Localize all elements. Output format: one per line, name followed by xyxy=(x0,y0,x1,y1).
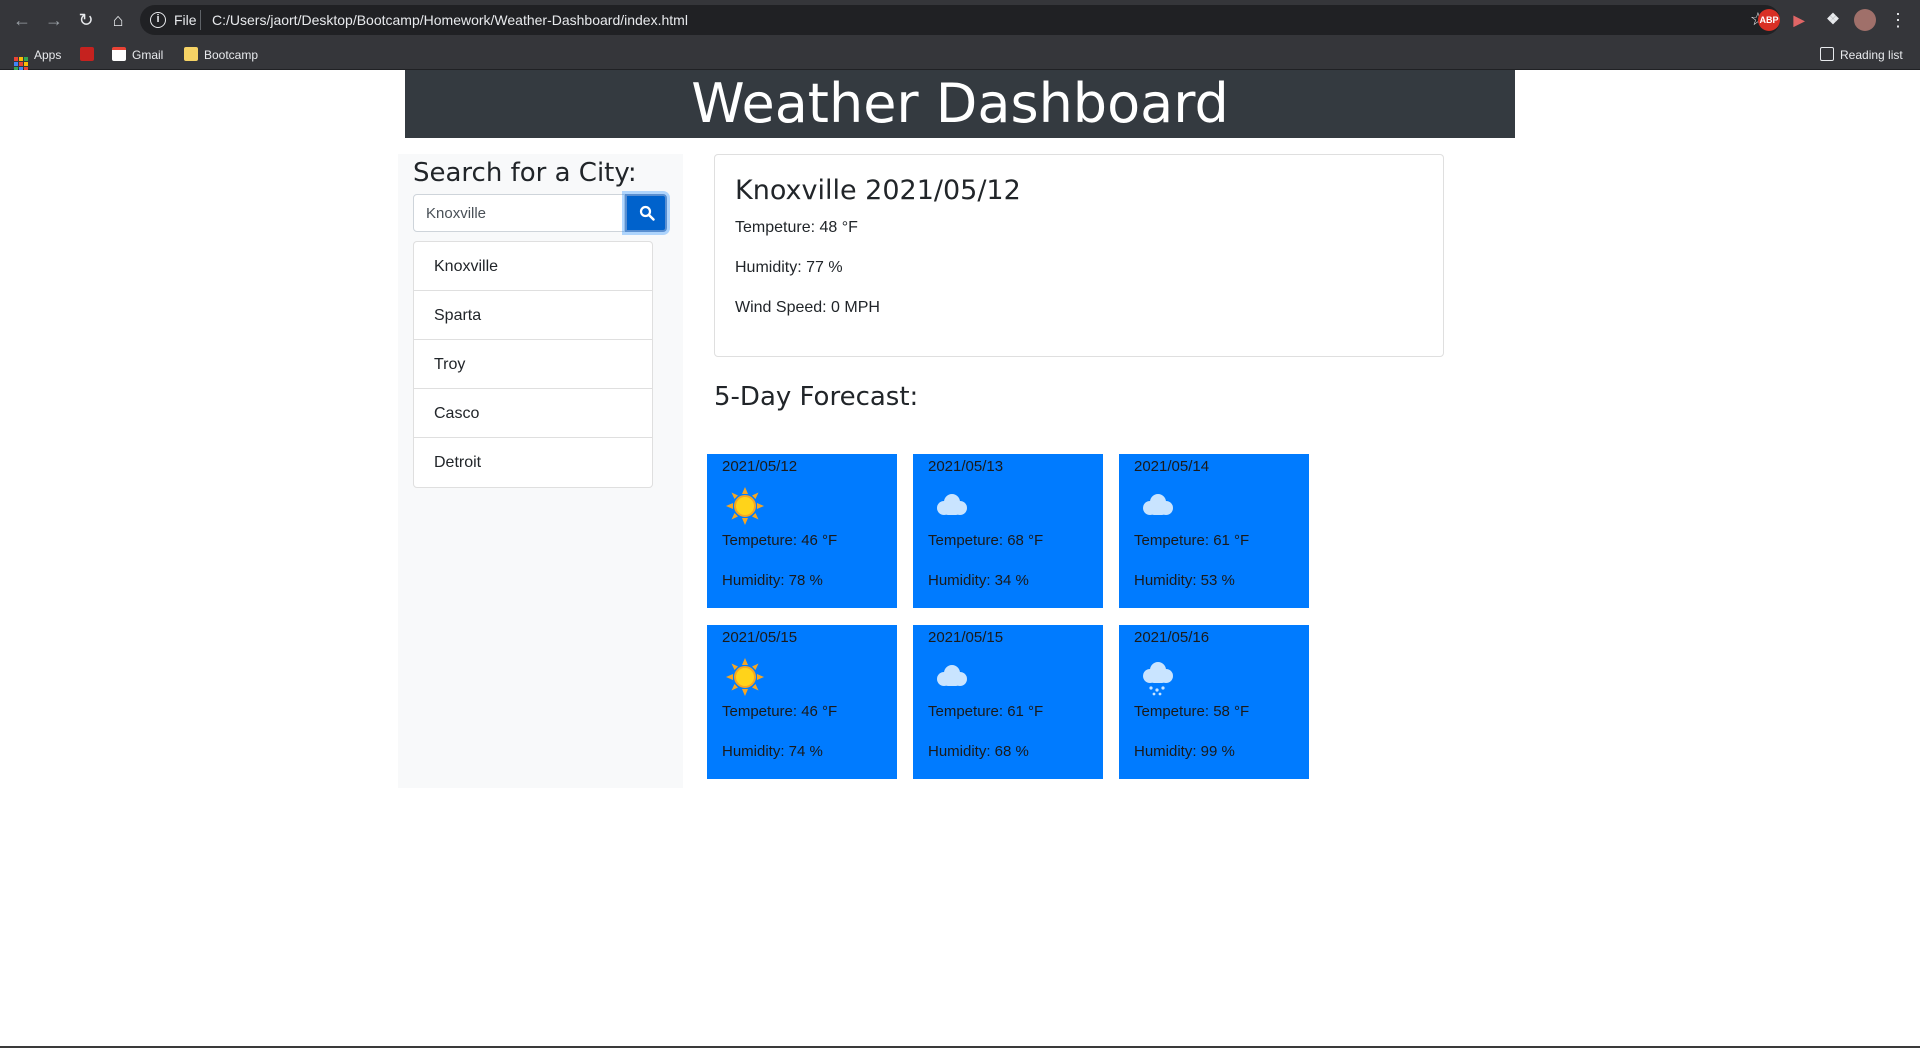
current-weather-card: Knoxville 2021/05/12 Tempeture: 48 °F Hu… xyxy=(714,154,1444,357)
forecast-humidity: Humidity: 53 % xyxy=(1134,572,1235,589)
bookmarks-bar: Apps Gmail Bootcamp Reading list xyxy=(0,40,1920,71)
forecast-date: 2021/05/15 xyxy=(722,629,798,646)
folder-icon xyxy=(184,47,198,61)
forecast-card: 2021/05/15 Tempeture: 61 °F Humidity: 68… xyxy=(913,625,1103,779)
current-temperature: Tempeture: 48 °F xyxy=(735,219,858,236)
profile-avatar[interactable] xyxy=(1854,9,1876,31)
omnibox-divider xyxy=(200,10,201,30)
reading-list-label: Reading list xyxy=(1840,48,1903,62)
page: Weather Dashboard Search for a City: Kno… xyxy=(0,70,1920,1048)
rain-cloud-icon xyxy=(1143,662,1173,696)
forecast-temperature: Tempeture: 46 °F xyxy=(722,703,838,720)
history-item-troy[interactable]: Troy xyxy=(414,340,652,389)
bookmark-bootcamp[interactable]: Bootcamp xyxy=(184,46,258,64)
cloud-icon xyxy=(937,494,967,515)
forecast-temperature: Tempeture: 68 °F xyxy=(928,532,1044,549)
bookmark-label: Apps xyxy=(34,48,62,62)
forward-icon[interactable]: → xyxy=(42,8,66,32)
extension-icon[interactable]: ▶ xyxy=(1788,9,1810,31)
history-item-casco[interactable]: Casco xyxy=(414,389,652,438)
url-scheme: File xyxy=(174,12,197,28)
forecast-card: 2021/05/15 Tempeture: 46 °F Humidity: 74… xyxy=(707,625,897,779)
menu-icon[interactable]: ⋮ xyxy=(1886,8,1910,32)
info-icon[interactable]: i xyxy=(150,12,166,28)
current-wind-speed: Wind Speed: 0 MPH xyxy=(735,299,880,316)
sun-icon xyxy=(726,487,764,525)
forecast-card: 2021/05/14 Tempeture: 61 °F Humidity: 53… xyxy=(1119,454,1309,608)
reload-icon[interactable]: ↻ xyxy=(74,8,98,32)
address-bar[interactable]: i File C:/Users/jaort/Desktop/Bootcamp/H… xyxy=(140,5,1780,35)
cloud-icon xyxy=(1143,494,1173,515)
forecast-humidity: Humidity: 78 % xyxy=(722,572,823,589)
forecast-date: 2021/05/12 xyxy=(722,458,798,475)
forecast-humidity: Humidity: 74 % xyxy=(722,743,823,760)
forecast-date: 2021/05/16 xyxy=(1134,629,1210,646)
forecast-card: 2021/05/16 Tempeture: 58 °F Humidity: 99… xyxy=(1119,625,1309,779)
browser-toolbar: ← → ↻ ⌂ i File C:/Users/jaort/Desktop/Bo… xyxy=(0,0,1920,40)
current-humidity: Humidity: 77 % xyxy=(735,259,843,276)
forecast-humidity: Humidity: 34 % xyxy=(928,572,1029,589)
reading-list[interactable]: Reading list xyxy=(1820,46,1903,64)
bookmark-label: Bootcamp xyxy=(204,48,259,62)
forecast-temperature: Tempeture: 58 °F xyxy=(1134,703,1250,720)
city-search-input[interactable] xyxy=(413,194,625,232)
history-item-detroit[interactable]: Detroit xyxy=(414,438,652,487)
adblock-extension-icon[interactable]: ABP xyxy=(1758,9,1780,31)
bookmark-apps[interactable]: Apps xyxy=(14,46,62,71)
bookmark-label: Gmail xyxy=(132,48,164,62)
history-item-sparta[interactable]: Sparta xyxy=(414,291,652,340)
cloud-icon xyxy=(937,665,967,686)
forecast-card: 2021/05/12 Tempeture: 46 °F Humidity: 78… xyxy=(707,454,897,608)
red-bookmark-icon xyxy=(80,47,94,61)
apps-grid-icon xyxy=(14,57,28,71)
forecast-temperature: Tempeture: 61 °F xyxy=(928,703,1044,720)
search-sidebar: Search for a City: Knoxville Sparta Troy… xyxy=(398,154,683,788)
forecast-humidity: Humidity: 68 % xyxy=(928,743,1029,760)
gmail-icon xyxy=(112,47,126,61)
forecast-card: 2021/05/13 Tempeture: 68 °F Humidity: 34… xyxy=(913,454,1103,608)
search-icon xyxy=(639,205,655,221)
header-banner: Weather Dashboard xyxy=(405,70,1515,138)
search-history-list: Knoxville Sparta Troy Casco Detroit xyxy=(413,241,653,488)
reading-list-icon xyxy=(1820,47,1834,61)
forecast-humidity: Humidity: 99 % xyxy=(1134,743,1235,760)
forecast-temperature: Tempeture: 61 °F xyxy=(1134,532,1250,549)
url-text[interactable]: C:/Users/jaort/Desktop/Bootcamp/Homework… xyxy=(212,12,688,28)
search-button[interactable] xyxy=(625,194,667,232)
forecast-date: 2021/05/15 xyxy=(928,629,1004,646)
forecast-heading: 5-Day Forecast: xyxy=(714,382,919,412)
sun-icon xyxy=(726,658,764,696)
forecast-date: 2021/05/13 xyxy=(928,458,1004,475)
current-city-date: Knoxville 2021/05/12 xyxy=(735,175,1021,206)
page-title: Weather Dashboard xyxy=(691,72,1229,135)
forecast-temperature: Tempeture: 46 °F xyxy=(722,532,838,549)
back-icon[interactable]: ← xyxy=(10,8,34,32)
home-icon[interactable]: ⌂ xyxy=(106,8,130,32)
bookmark-red[interactable] xyxy=(80,46,100,64)
bookmark-gmail[interactable]: Gmail xyxy=(112,46,163,64)
forecast-date: 2021/05/14 xyxy=(1134,458,1210,475)
history-item-knoxville[interactable]: Knoxville xyxy=(414,242,652,291)
search-heading: Search for a City: xyxy=(413,158,637,188)
puzzle-extensions-icon[interactable]: ❖ xyxy=(1822,9,1844,31)
